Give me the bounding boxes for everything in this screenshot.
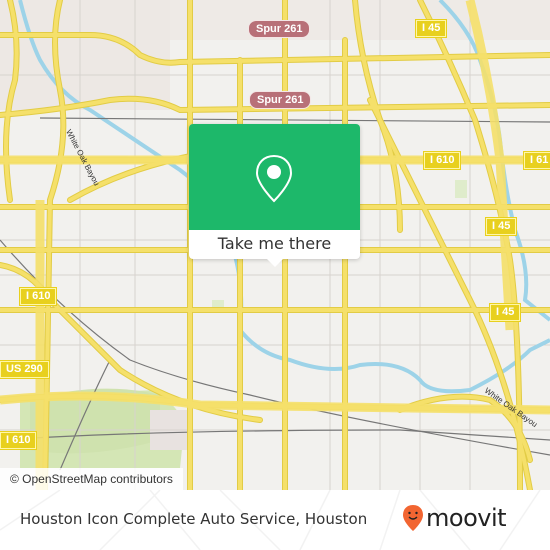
- i610-shield: I 61: [524, 152, 550, 169]
- map-attribution[interactable]: © OpenStreetMap contributors: [0, 468, 183, 490]
- i45-shield: I 45: [490, 304, 521, 321]
- popup-tail: [267, 259, 283, 267]
- location-popup: Take me there: [189, 124, 360, 267]
- place-title: Houston Icon Complete Auto Service, Hous…: [20, 510, 368, 528]
- moovit-wordmark: moovit: [426, 504, 507, 532]
- spur-261-shield: Spur 261: [248, 20, 311, 38]
- us290-shield: US 290: [0, 361, 49, 378]
- take-me-there-button[interactable]: Take me there: [189, 230, 360, 259]
- spur-261-shield: Spur 261: [249, 91, 312, 109]
- location-pin-icon: [255, 154, 293, 203]
- i610-shield: I 610: [424, 152, 461, 169]
- popup-header: [189, 124, 360, 230]
- moovit-logo[interactable]: moovit: [402, 504, 507, 532]
- i45-shield: I 45: [416, 20, 447, 37]
- i610-shield: I 610: [0, 432, 37, 449]
- map[interactable]: Spur 261 Spur 261 I 45 I 610 I 61 I 45 I…: [0, 0, 550, 490]
- i45-shield: I 45: [486, 218, 517, 235]
- i610-shield: I 610: [20, 288, 57, 305]
- moovit-smiley-pin-icon: [403, 505, 423, 531]
- footer: Houston Icon Complete Auto Service, Hous…: [0, 490, 550, 550]
